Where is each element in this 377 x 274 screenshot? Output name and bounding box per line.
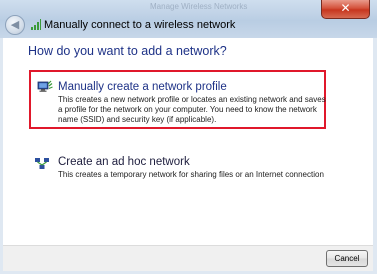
ad-hoc-network-icon [35,158,49,169]
option-title: Manually create a network profile [58,81,227,93]
wireless-signal-icon [31,19,41,30]
background-window-title: Manage Wireless Networks [150,2,248,11]
cancel-button[interactable]: Cancel [326,250,368,267]
option-manual-profile[interactable]: Manually create a network profile This c… [29,70,326,129]
option-title: Create an ad hoc network [58,156,190,168]
option-description: This creates a new network profile or lo… [58,95,326,124]
window-title: Manually connect to a wireless network [44,19,236,31]
title-bar: Manage Wireless Networks ✕ ◀ Manually co… [0,0,377,38]
close-icon: ✕ [340,1,351,15]
option-ad-hoc-network[interactable]: Create an ad hoc network This creates a … [29,153,339,185]
option-description: This creates a temporary network for sha… [58,170,324,179]
footer-bar [3,245,373,271]
back-arrow-icon: ◀ [10,18,20,31]
close-button[interactable]: ✕ [321,0,370,19]
back-button[interactable]: ◀ [5,15,25,35]
page-heading: How do you want to add a network? [28,44,227,58]
network-profile-icon [37,80,53,92]
